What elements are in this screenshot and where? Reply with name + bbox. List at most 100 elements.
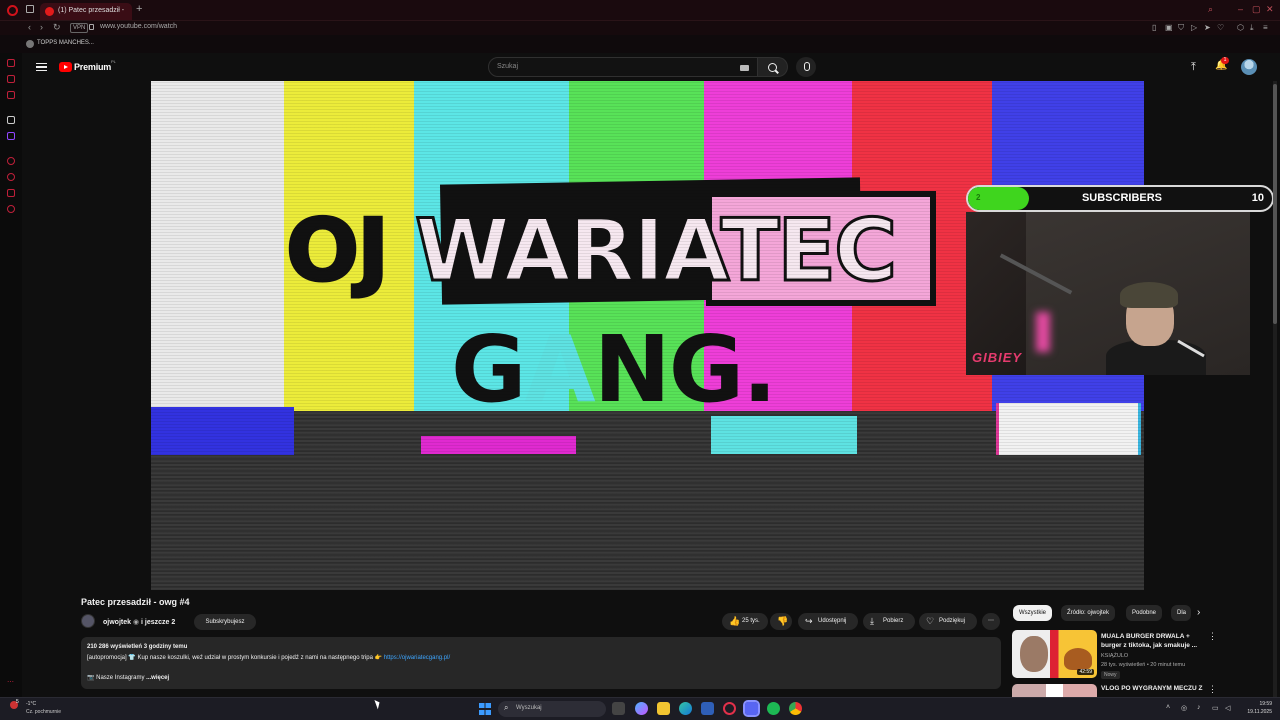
keyboard-icon[interactable] — [740, 65, 749, 71]
sidebar-clock-icon[interactable] — [7, 157, 15, 165]
windows-start-icon[interactable] — [479, 703, 491, 715]
tray-mic-icon[interactable]: ♪ — [1197, 704, 1201, 711]
menu-icon[interactable]: ≡ — [1263, 23, 1268, 32]
bookmark-item[interactable]: TOPPS MANCHES... — [37, 40, 94, 46]
sidebar-more-icon[interactable]: ⋯ — [7, 679, 15, 687]
chrome-icon[interactable] — [789, 702, 802, 715]
sidebar-settings-icon[interactable] — [7, 205, 15, 213]
clock-time[interactable]: 19:59 — [1240, 701, 1272, 707]
bookmarks-bar: TOPPS MANCHES... — [0, 35, 1280, 53]
description-box[interactable]: 210 286 wyświetleń 3 godziny temu [autop… — [81, 637, 1001, 689]
new-badge: Nowy — [1101, 671, 1120, 679]
vpn-badge[interactable]: VPN — [70, 23, 89, 33]
subscribe-button[interactable]: Subskrybujesz — [194, 614, 256, 630]
send-icon[interactable]: ➤ — [1204, 23, 1211, 32]
video-duration: 42:59 — [1077, 669, 1094, 675]
weather-temp[interactable]: -1°C — [26, 701, 36, 707]
file-explorer-icon[interactable] — [657, 702, 670, 715]
spotify-icon[interactable] — [767, 702, 780, 715]
search-tabs-icon[interactable]: ⌕ — [1208, 4, 1213, 15]
youtube-premium-logo[interactable]: Premium — [74, 62, 111, 72]
scrollbar-thumb[interactable] — [1273, 84, 1277, 324]
sidebar-pin-icon[interactable] — [7, 189, 15, 197]
youtube-logo-icon[interactable] — [59, 62, 72, 72]
tab-active[interactable]: (1) Patec przesadził - — [40, 3, 132, 20]
search-input[interactable]: Szukaj — [488, 57, 758, 77]
heart-icon[interactable]: ♡ — [1217, 23, 1224, 32]
pink-light — [1036, 312, 1050, 352]
share-icon: ↪ — [805, 616, 813, 626]
sidebar-messenger-icon[interactable] — [7, 75, 15, 83]
dislike-button[interactable]: 👎 — [770, 613, 792, 630]
sidebar-instagram-icon[interactable] — [7, 91, 15, 99]
channel-name-text[interactable]: ojwojtek — [103, 619, 131, 626]
extensions-icon[interactable]: ⬡ — [1237, 23, 1244, 32]
related-more-icon[interactable]: ⋮ — [1208, 631, 1217, 642]
like-button[interactable]: 👍 25 tys. — [722, 613, 768, 630]
play-icon[interactable]: ▷ — [1191, 23, 1197, 32]
sidebar-home-icon[interactable] — [7, 116, 15, 124]
taskbar-search[interactable]: ⌕ Wyszukaj — [498, 701, 606, 717]
related-thumbnail-2[interactable] — [1012, 684, 1097, 697]
related-video-title-2[interactable]: VLOG PO WYGRANYM MECZU Z — [1101, 685, 1202, 692]
weather-condition[interactable]: Cz. pochmurnie — [26, 709, 61, 715]
more-actions-button[interactable]: ⋯ — [982, 613, 1000, 630]
reload-button[interactable]: ↻ — [53, 22, 61, 33]
clock-date[interactable]: 19.11.2025 — [1236, 709, 1272, 715]
related-thumbnail[interactable]: 42:59 — [1012, 630, 1097, 678]
channel-avatar[interactable] — [81, 614, 95, 628]
chip-source[interactable]: Źródło: ojwojtek — [1061, 605, 1116, 621]
youtube-header: Premium PL Szukaj ⤒ 🔔 1 — [22, 53, 1280, 81]
related-channel[interactable]: KSIĄŻULO — [1101, 653, 1128, 659]
region-code: PL — [111, 59, 116, 64]
voice-search-icon[interactable] — [796, 57, 816, 77]
shield-icon[interactable]: ⛉ — [1178, 23, 1184, 33]
description-link[interactable]: https://ojwariatecgang.pl/ — [384, 655, 450, 661]
copilot-icon[interactable] — [635, 702, 648, 715]
thanks-heart-icon: ♡ — [926, 616, 935, 626]
related-more-icon-2[interactable]: ⋮ — [1208, 684, 1217, 695]
subscriber-goal-target: 10 — [1251, 192, 1264, 204]
thanks-button[interactable]: ♡ Podziękuj — [919, 613, 977, 630]
sidebar-twitch-icon[interactable] — [7, 132, 15, 140]
edge-icon[interactable] — [679, 702, 692, 715]
download-icon[interactable]: ⤓ — [1250, 23, 1254, 33]
bookmark-icon[interactable]: ▯ — [1152, 23, 1156, 32]
close-window-button[interactable]: ✕ — [1266, 4, 1274, 15]
share-button[interactable]: ↪ Udostępnij — [798, 613, 858, 630]
show-more-link[interactable]: ...więcej — [146, 675, 169, 681]
download-button[interactable]: ⤓ Pobierz — [863, 613, 915, 630]
channel-name[interactable]: ojwojtek ◉ i jeszcze 2 — [103, 618, 175, 626]
chips-next-icon[interactable]: › — [1197, 607, 1200, 618]
tray-app-icon[interactable]: ◎ — [1181, 704, 1187, 712]
forward-button[interactable]: › — [40, 22, 43, 32]
upload-icon[interactable]: ⤒ — [1191, 61, 1196, 74]
opera-logo-icon[interactable] — [7, 5, 18, 16]
collab-text[interactable]: i jeszcze 2 — [141, 619, 175, 626]
chip-for-you[interactable]: Dla — [1171, 605, 1191, 621]
sidebar-aria-icon[interactable] — [7, 59, 15, 67]
related-meta: 28 tys. wyświetleń • 20 minut temu — [1101, 662, 1186, 668]
hamburger-menu-icon[interactable] — [36, 63, 47, 71]
tray-chevron-icon[interactable]: ˄ — [1166, 704, 1170, 711]
discord-icon[interactable] — [743, 700, 760, 717]
maximize-button[interactable]: ▢ — [1252, 4, 1261, 15]
chip-all[interactable]: Wszystkie — [1013, 605, 1052, 621]
task-view-icon[interactable] — [612, 702, 625, 715]
url-field[interactable]: www.youtube.com/watch — [100, 23, 177, 30]
related-video-title[interactable]: MUALA BURGER DRWALA + burger z tiktoka, … — [1101, 632, 1201, 650]
volume-icon[interactable]: ◁ — [1225, 704, 1230, 712]
new-tab-button[interactable]: + — [136, 3, 142, 15]
account-avatar[interactable] — [1241, 59, 1257, 75]
tab-sidebar-icon[interactable] — [26, 5, 34, 13]
notification-badge: 1 — [1221, 57, 1229, 64]
store-icon[interactable] — [701, 702, 714, 715]
opera-taskbar-icon[interactable] — [723, 702, 736, 715]
lock-icon[interactable] — [89, 24, 94, 30]
back-button[interactable]: ‹ — [28, 22, 31, 32]
minimize-button[interactable]: – — [1238, 4, 1243, 14]
chip-similar[interactable]: Podobne — [1126, 605, 1163, 621]
snapshot-icon[interactable]: ▣ — [1165, 23, 1173, 32]
sidebar-history-icon[interactable] — [7, 173, 15, 181]
search-button[interactable] — [758, 57, 788, 77]
